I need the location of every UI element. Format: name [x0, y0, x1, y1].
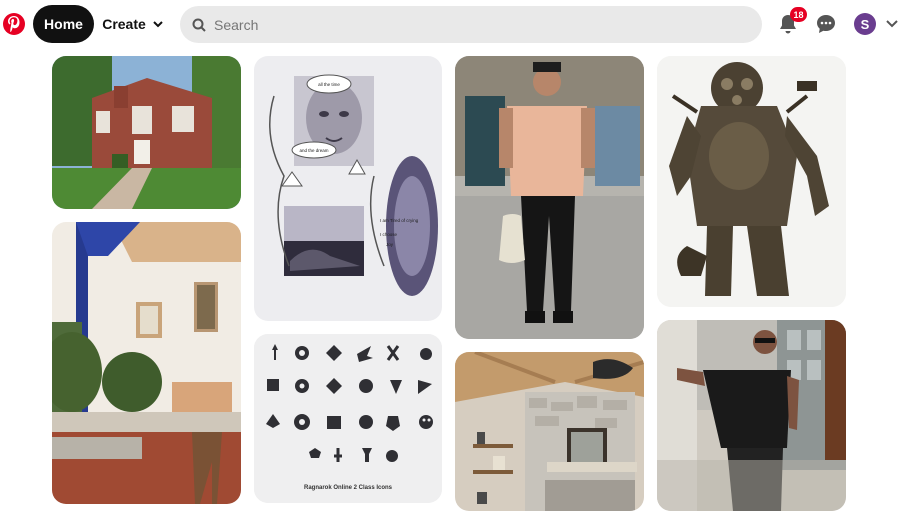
pin-man-black-shirt[interactable] [657, 320, 846, 511]
pin-diving-suit-statue[interactable] [657, 56, 846, 307]
home-button[interactable]: Home [33, 5, 94, 43]
search-input[interactable] [214, 16, 734, 33]
pin-ragnarok-icons[interactable]: Ragnarok Online 2 Class Icons [254, 334, 442, 503]
messages-icon[interactable] [815, 13, 837, 35]
chevron-down-icon [153, 21, 163, 28]
poster-text-4: I choose [380, 232, 398, 237]
notifications-badge: 18 [790, 7, 807, 22]
poster-text-3: I am Tired of crying [380, 218, 419, 223]
pin-stone-fireplace-interior[interactable] [455, 352, 644, 511]
search-icon [192, 18, 206, 32]
pin-poster-illustration[interactable]: all the time and the dream I am Tired of… [254, 56, 442, 321]
account-chevron-down-icon[interactable] [885, 16, 899, 30]
poster-text-5: Joy [386, 242, 394, 247]
pin-interior-blue-beam[interactable] [52, 222, 241, 504]
ragnarok-caption: Ragnarok Online 2 Class Icons [304, 485, 393, 491]
pin-man-street-style[interactable] [455, 56, 644, 339]
avatar[interactable]: S [854, 13, 876, 35]
poster-text-2: and the dream [299, 148, 328, 153]
poster-text-1: all the time [318, 82, 340, 87]
top-navigation-bar: Home Create 18 S [0, 0, 908, 50]
pinterest-logo-icon[interactable] [3, 13, 25, 35]
create-button[interactable]: Create [100, 5, 166, 43]
create-label: Create [102, 16, 146, 32]
search-bar[interactable] [180, 6, 762, 43]
pin-brick-house[interactable] [52, 56, 241, 209]
